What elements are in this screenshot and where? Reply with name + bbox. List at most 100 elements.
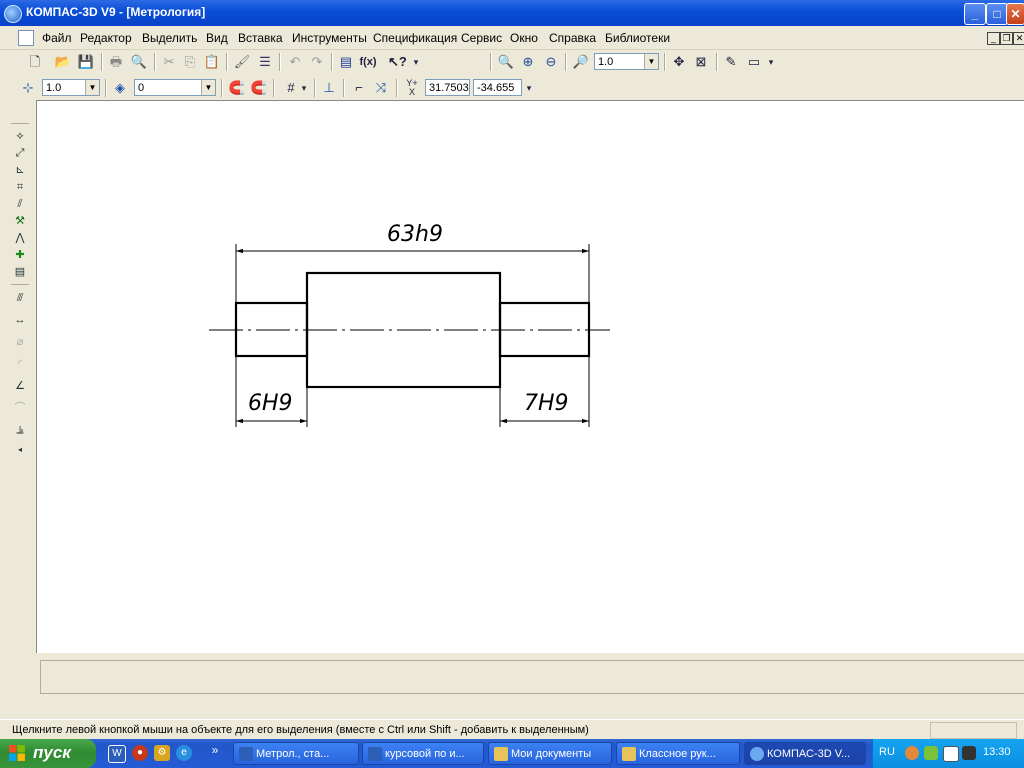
word-icon[interactable]: W <box>108 745 126 763</box>
angular-dimension-icon[interactable]: ∠ <box>11 378 29 394</box>
toolbar-scroll-icon[interactable]: ◂ <box>11 442 29 458</box>
menu-file[interactable]: Файл <box>42 31 72 45</box>
opera-icon[interactable]: ● <box>132 745 148 761</box>
menu-window[interactable]: Окно <box>510 31 538 45</box>
display-mode-icon[interactable]: ▭ <box>745 53 763 71</box>
undo-icon[interactable]: ↶ <box>286 53 304 71</box>
zoom-icon[interactable]: 🔍 <box>497 53 515 71</box>
scale-combo[interactable]: 1.0 ▼ <box>42 79 100 96</box>
dropdown-arrow-icon[interactable]: ▾ <box>524 79 534 97</box>
ortho-mode-icon[interactable]: ⌐ <box>350 79 368 97</box>
app-quicklaunch-icon[interactable]: ⚙ <box>154 745 170 761</box>
radial-dimension-icon[interactable]: ◜ <box>11 356 29 372</box>
selection-icon[interactable]: ⋀ <box>11 230 29 246</box>
copy-icon[interactable]: ⎘ <box>181 53 199 71</box>
chevron-down-icon[interactable]: ▼ <box>644 54 658 69</box>
auto-dimension-icon[interactable]: ⫻ <box>11 290 29 306</box>
menu-view[interactable]: Вид <box>206 31 228 45</box>
chevron-down-icon[interactable]: ▼ <box>201 80 215 95</box>
linear-dimension-icon[interactable]: ↔ <box>11 312 29 328</box>
height-dimension-icon[interactable]: ⫡ <box>11 422 29 438</box>
pan-icon[interactable]: ✥ <box>670 53 688 71</box>
snap-magnet-icon[interactable]: 🧲 <box>228 79 246 97</box>
dropdown-arrow-icon[interactable]: ▾ <box>299 79 309 97</box>
layer-combo[interactable]: 0 ▼ <box>134 79 216 96</box>
doc-close-button[interactable]: ✕ <box>1013 32 1024 45</box>
maximize-button[interactable]: □ <box>986 3 1008 25</box>
diameter-dimension-icon[interactable]: ⌀ <box>11 334 29 350</box>
print-icon[interactable]: 🖶 <box>107 53 125 71</box>
layer-icon[interactable]: ◈ <box>111 79 129 97</box>
language-indicator[interactable]: RU <box>879 746 895 758</box>
internet-explorer-icon[interactable]: e <box>176 745 192 761</box>
show-all-icon[interactable]: ⊠ <box>692 53 710 71</box>
scale-icon[interactable]: ⊹ <box>19 79 37 97</box>
editing-icon[interactable]: ⌗ <box>11 179 29 195</box>
local-snap-icon[interactable]: 🧲 <box>250 79 268 97</box>
menu-service[interactable]: Сервис <box>461 31 502 45</box>
coord-y-field[interactable]: -34.655 <box>473 79 522 96</box>
parametrization-icon[interactable]: ⫽ <box>11 196 29 212</box>
task-button-2[interactable]: курсовой по и... <box>362 742 484 765</box>
geometry-icon[interactable]: ⟡ <box>11 128 29 144</box>
document-icon[interactable] <box>18 30 34 46</box>
grid-icon[interactable]: # <box>282 79 300 97</box>
format-painter-icon[interactable]: 🖌 <box>233 53 251 71</box>
variables-fx-icon[interactable]: f(x) <box>359 53 377 71</box>
tray-app-icon[interactable] <box>924 746 938 760</box>
dropdown-arrow-icon[interactable]: ▾ <box>766 53 776 71</box>
help-pointer-icon[interactable]: ↖? <box>388 53 407 71</box>
task-button-1[interactable]: Метрол., ста... <box>233 742 359 765</box>
dim-right-label: 7H9 <box>524 391 569 416</box>
close-button[interactable]: ✕ <box>1006 3 1024 25</box>
chevron-down-icon[interactable]: ▼ <box>85 80 99 95</box>
specification-icon[interactable]: ▤ <box>11 264 29 280</box>
tray-k-icon[interactable] <box>962 746 976 760</box>
open-folder-icon[interactable]: 📂 <box>54 53 72 71</box>
task-button-4[interactable]: Классное рук... <box>616 742 740 765</box>
coord-x-field[interactable]: 31.7503 <box>425 79 470 96</box>
paste-icon[interactable]: 📋 <box>203 53 221 71</box>
menu-help[interactable]: Справка <box>549 31 596 45</box>
drawing-canvas[interactable]: 63h9 6H9 7H9 <box>36 100 1024 653</box>
menu-select[interactable]: Выделить <box>142 31 197 45</box>
save-icon[interactable]: 💾 <box>77 53 95 71</box>
menu-libraries[interactable]: Библиотеки <box>605 31 670 45</box>
zoom-in-icon[interactable]: ⊕ <box>519 53 537 71</box>
start-button[interactable]: пуск <box>0 739 96 768</box>
properties-icon[interactable]: ☰ <box>256 53 274 71</box>
dimensions-icon[interactable]: ⤢ <box>11 145 29 161</box>
doc-restore-button[interactable]: ❐ <box>1000 32 1013 45</box>
associative-views-icon[interactable]: ✚ <box>11 247 29 263</box>
dim-total-label: 63h9 <box>387 222 443 247</box>
zoom-combo[interactable]: 1.0 ▼ <box>594 53 659 70</box>
cursor-coords-icon[interactable]: ⤨ <box>372 79 390 97</box>
menu-tools[interactable]: Инструменты <box>292 31 367 45</box>
refresh-icon[interactable]: ✎ <box>722 53 740 71</box>
zoom-scale-icon[interactable]: 🔎 <box>572 53 590 71</box>
designations-icon[interactable]: ⊾ <box>11 162 29 178</box>
new-document-icon[interactable]: 🗋 <box>26 53 44 71</box>
redo-icon[interactable]: ↷ <box>308 53 326 71</box>
dropdown-arrow-icon[interactable]: ▾ <box>411 53 421 71</box>
measure-icon[interactable]: ⚒ <box>11 213 29 229</box>
doc-minimize-button[interactable]: _ <box>987 32 1000 45</box>
tray-expand-icon[interactable] <box>905 746 919 760</box>
clock: 13:30 <box>983 746 1011 758</box>
zoom-out-icon[interactable]: ⊖ <box>542 53 560 71</box>
arc-dimension-icon[interactable]: ⌒ <box>11 400 29 416</box>
menu-insert[interactable]: Вставка <box>238 31 283 45</box>
menu-specification[interactable]: Спецификация <box>373 31 457 45</box>
print-preview-icon[interactable]: 🔍 <box>130 53 148 71</box>
local-cs-icon[interactable]: ⊥ <box>320 79 338 97</box>
task-button-kompas[interactable]: КОМПАС-3D V... <box>744 742 866 765</box>
menu-edit[interactable]: Редактор <box>80 31 132 45</box>
chevron-right-icon[interactable]: » <box>210 742 220 758</box>
task-button-3[interactable]: Мои документы <box>488 742 612 765</box>
kompas-app-icon[interactable] <box>4 5 22 23</box>
tray-mail-icon[interactable] <box>943 746 959 762</box>
cut-icon[interactable]: ✂ <box>160 53 178 71</box>
minimize-button[interactable]: _ <box>964 3 986 25</box>
scale-value: 1.0 <box>46 82 62 94</box>
manager-icon[interactable]: ▤ <box>337 53 355 71</box>
